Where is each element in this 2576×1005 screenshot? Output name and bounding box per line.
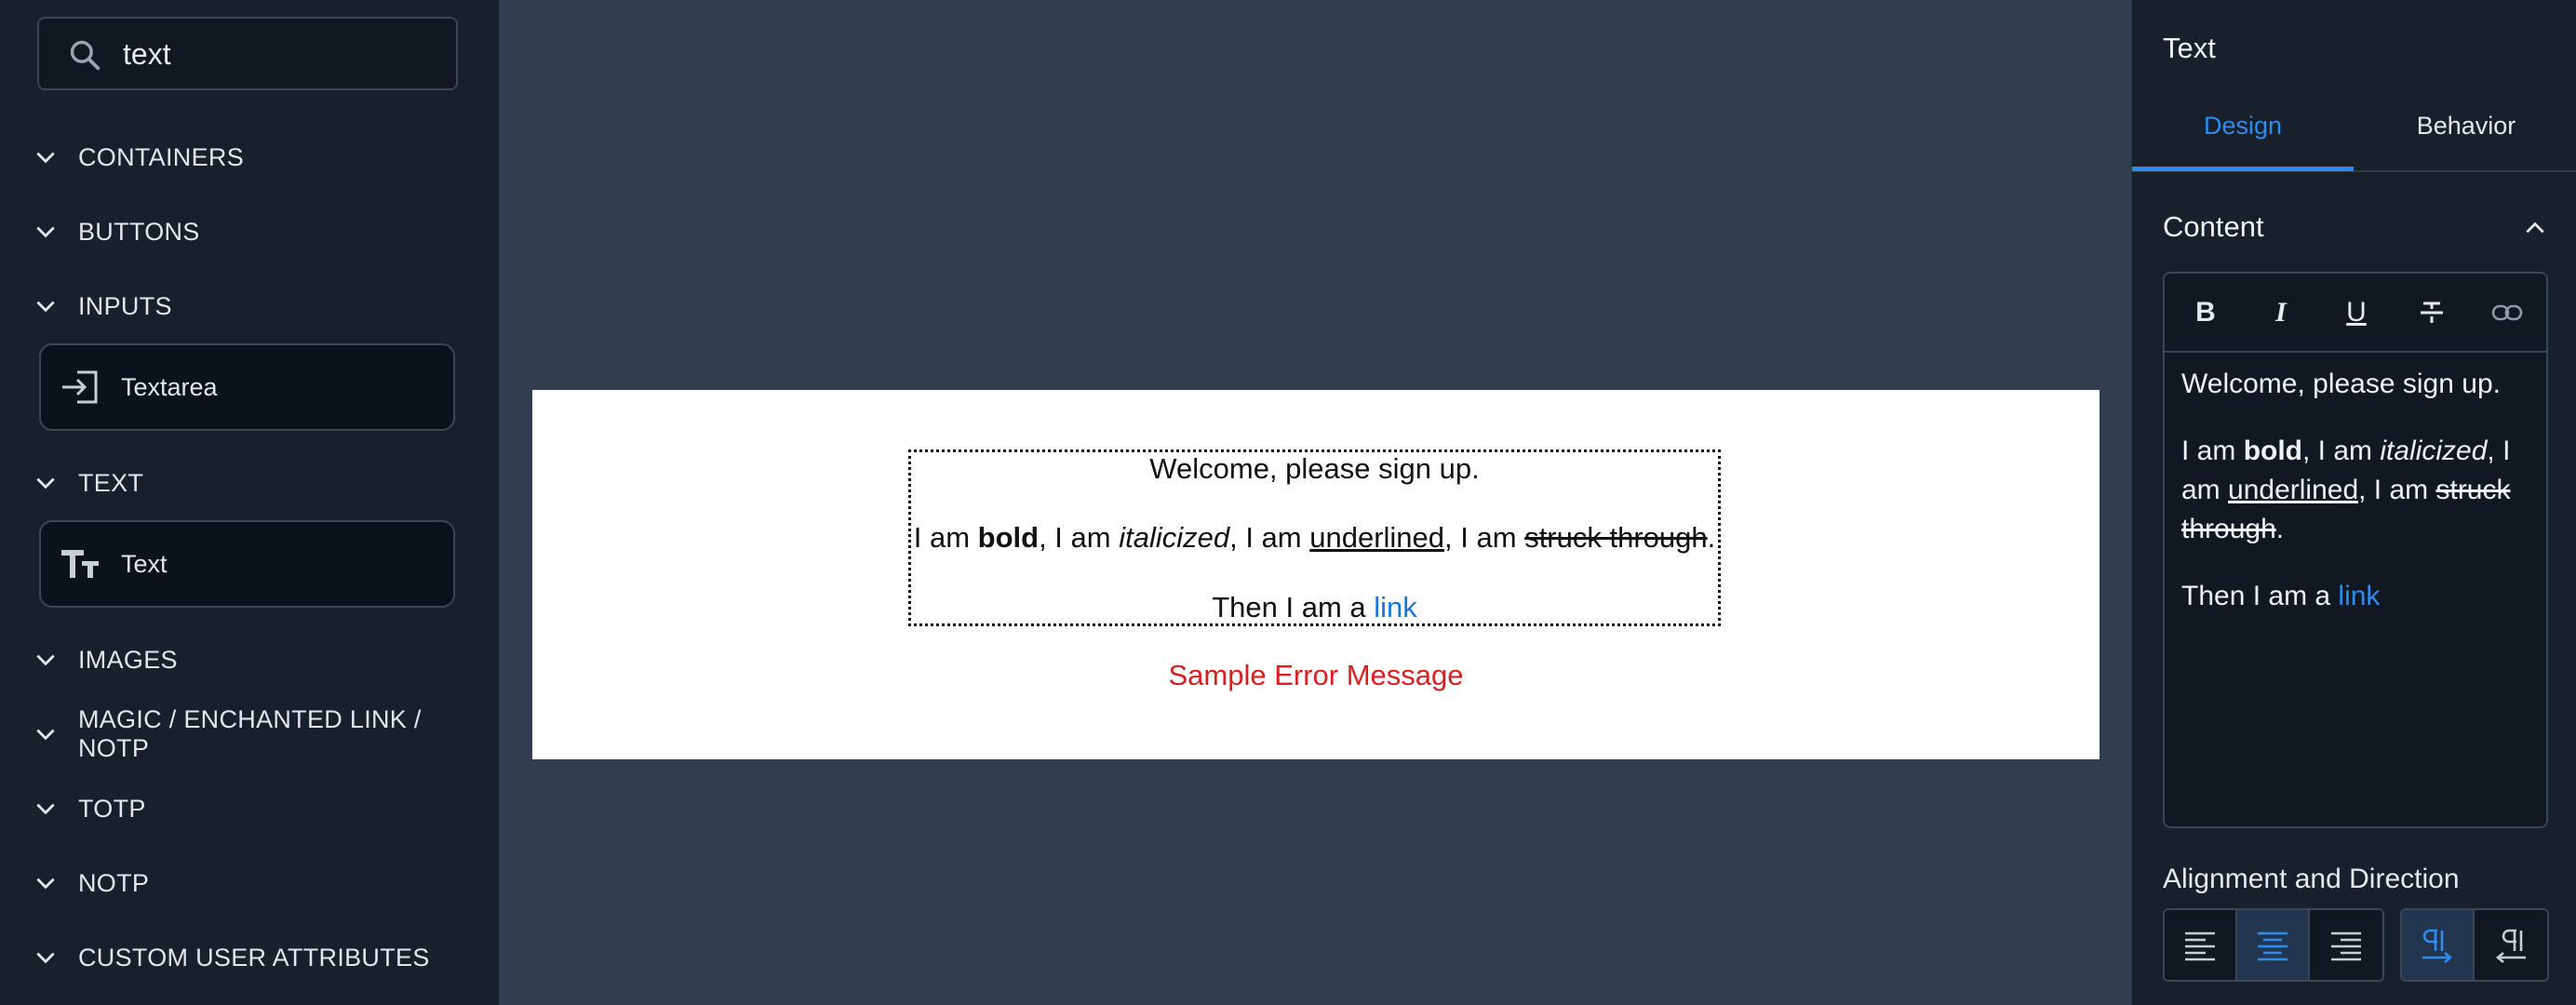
text-span: I am xyxy=(2366,475,2436,505)
direction-button-group xyxy=(2400,908,2549,982)
italic-icon[interactable]: I xyxy=(2261,292,2301,333)
text-span: I am xyxy=(2181,436,2244,466)
editor-paragraph: Then I am a link xyxy=(2181,577,2535,616)
text-line-formatting: I am bold, I am italicized, I am underli… xyxy=(902,521,1727,555)
align-left-icon xyxy=(2185,931,2215,960)
category-buttons[interactable]: BUTTONS xyxy=(34,213,200,250)
category-label: TEXT xyxy=(78,468,144,497)
preview-canvas: Welcome, please sign up. I am bold, I am… xyxy=(532,390,2100,759)
selected-text-component[interactable]: Welcome, please sign up. I am bold, I am… xyxy=(908,449,1721,626)
input-arrow-icon xyxy=(58,368,102,406)
text-span: . xyxy=(2275,514,2285,544)
align-center-icon xyxy=(2258,931,2288,960)
component-text[interactable]: Text xyxy=(39,520,455,608)
chevron-down-icon xyxy=(36,729,55,741)
underline-icon[interactable]: U xyxy=(2336,292,2377,333)
link-icon[interactable] xyxy=(2487,292,2528,333)
left-sidebar: text CONTAINERS BUTTONS INPUTS Textarea … xyxy=(0,0,500,1005)
chevron-down-icon xyxy=(36,301,55,313)
text-span: , I am xyxy=(1444,521,1525,554)
text-direction-ltr-icon xyxy=(2422,929,2453,963)
text-span: . xyxy=(1707,521,1716,554)
category-label: TOTP xyxy=(78,794,146,823)
bold-icon[interactable]: B xyxy=(2185,292,2226,333)
strikethrough-text: struck through xyxy=(1524,521,1708,554)
component-textarea[interactable]: Textarea xyxy=(39,343,455,431)
text-line-welcome: Welcome, please sign up. xyxy=(1149,452,1480,485)
active-tab-indicator xyxy=(2132,167,2354,171)
bold-text: bold xyxy=(2243,436,2302,466)
category-label: BUTTONS xyxy=(78,217,200,246)
direction-ltr-button[interactable] xyxy=(2402,910,2475,980)
search-value: text xyxy=(123,37,171,71)
editor-link[interactable]: link xyxy=(2338,581,2380,611)
category-label: MAGIC / ENCHANTED LINK / NOTP xyxy=(77,705,422,762)
chevron-up-icon[interactable] xyxy=(2523,216,2547,240)
chevron-down-icon xyxy=(36,477,55,489)
strikethrough-icon[interactable] xyxy=(2411,292,2452,333)
align-right-button[interactable] xyxy=(2310,910,2382,980)
rich-text-editor[interactable]: B I U Welcome, please sign up. I am bold… xyxy=(2163,272,2548,828)
text-direction-rtl-icon xyxy=(2495,929,2526,963)
sample-link[interactable]: link xyxy=(1374,591,1417,623)
component-label: Textarea xyxy=(121,372,218,401)
category-label: NOTP xyxy=(78,868,150,897)
text-span: I am xyxy=(913,521,978,554)
text-span: , I am xyxy=(1229,521,1310,554)
direction-rtl-button[interactable] xyxy=(2475,910,2547,980)
chevron-down-icon xyxy=(36,226,55,238)
tab-behavior[interactable]: Behavior xyxy=(2355,112,2576,141)
alignment-title: Alignment and Direction xyxy=(2163,864,2460,894)
search-icon xyxy=(70,40,101,71)
align-right-icon xyxy=(2331,931,2361,960)
category-label: CONTAINERS xyxy=(78,142,245,171)
chevron-down-icon xyxy=(36,952,55,964)
properties-panel: Text Design Behavior Content B I U Welco… xyxy=(2131,0,2576,1005)
editor-toolbar: B I U xyxy=(2165,274,2546,353)
bold-text: bold xyxy=(977,521,1040,554)
text-span: Then I am a xyxy=(2181,581,2339,611)
underlined-text: underlined xyxy=(1309,521,1445,554)
align-center-button[interactable] xyxy=(2237,910,2310,980)
category-magic-link[interactable]: MAGIC / ENCHANTED LINK / NOTP xyxy=(34,705,499,762)
error-message: Sample Error Message xyxy=(1168,659,1464,691)
text-span: , I am xyxy=(2302,436,2381,466)
category-text[interactable]: TEXT xyxy=(34,464,143,502)
search-input[interactable]: text xyxy=(37,17,458,90)
editor-paragraph: Welcome, please sign up. xyxy=(2181,368,2501,399)
chevron-down-icon xyxy=(36,878,55,890)
category-images[interactable]: IMAGES xyxy=(34,641,178,678)
category-totp[interactable]: TOTP xyxy=(34,790,146,827)
text-line-link: Then I am a link xyxy=(911,591,1718,624)
panel-title: Text xyxy=(2163,32,2216,64)
category-label: INPUTS xyxy=(78,291,172,320)
align-left-button[interactable] xyxy=(2165,910,2237,980)
category-custom-user-attributes[interactable]: CUSTOM USER ATTRIBUTES xyxy=(34,939,430,976)
category-inputs[interactable]: INPUTS xyxy=(34,288,172,325)
category-containers[interactable]: CONTAINERS xyxy=(34,139,244,176)
underlined-text: underlined, xyxy=(2228,475,2367,505)
chevron-down-icon xyxy=(36,803,55,815)
editor-paragraph: I am bold, I am italicized, I am underli… xyxy=(2181,432,2535,549)
italic-text: italicized xyxy=(2380,436,2488,466)
component-label: Text xyxy=(121,549,168,578)
italic-text: italicized xyxy=(1119,521,1230,554)
chevron-down-icon xyxy=(36,152,55,164)
category-label: CUSTOM USER ATTRIBUTES xyxy=(78,943,430,972)
text-span: , I am xyxy=(1039,521,1120,554)
text-span: Then I am a xyxy=(1212,591,1375,623)
tab-design[interactable]: Design xyxy=(2132,112,2354,141)
alignment-button-group xyxy=(2163,908,2384,982)
category-notp[interactable]: NOTP xyxy=(34,864,149,902)
chevron-down-icon xyxy=(36,654,55,666)
text-size-icon xyxy=(58,546,102,582)
category-label: IMAGES xyxy=(78,645,178,674)
section-title-content: Content xyxy=(2163,210,2264,243)
editor-content[interactable]: Welcome, please sign up. I am bold, I am… xyxy=(2181,365,2535,644)
